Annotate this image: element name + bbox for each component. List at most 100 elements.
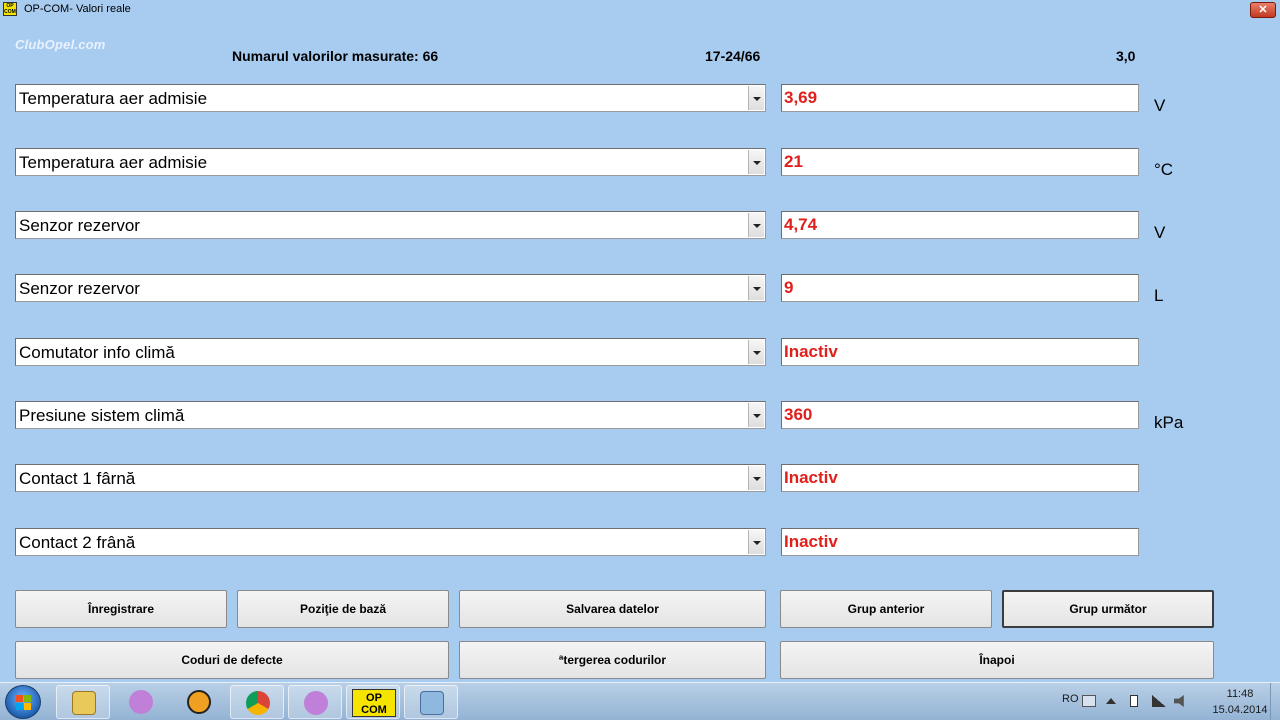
next-group-button[interactable]: Grup următor (1002, 590, 1214, 628)
windows-logo-icon (16, 695, 23, 702)
avast-icon (187, 690, 211, 714)
clock-date[interactable]: 15.04.2014 (1203, 704, 1277, 716)
value-text: 9 (784, 278, 794, 297)
dropdown-button[interactable] (748, 150, 764, 174)
measured-values-count: Numarul valorilor masurate: 66 (232, 48, 439, 64)
taskbar-messenger-2[interactable] (288, 685, 342, 719)
title-bar[interactable]: OP COM OP-COM- Valori reale ✕ (0, 0, 1280, 20)
keyboard-icon[interactable] (1082, 695, 1096, 707)
dropdown-button[interactable] (748, 86, 764, 110)
value-text: 3,69 (784, 88, 818, 107)
opcom-app-icon: OP COM (3, 2, 17, 16)
value-row: Contact 2 frână Inactiv (0, 528, 1280, 558)
save-data-button[interactable]: Salvarea datelor (459, 590, 766, 628)
taskbar-opcom[interactable]: OP COM (346, 685, 400, 719)
parameter-select[interactable]: Comutator info climă (15, 338, 766, 366)
value-text: Inactiv (784, 532, 838, 551)
dropdown-button[interactable] (748, 276, 764, 300)
value-field: 360 (781, 401, 1139, 429)
parameter-label: Senzor rezervor (19, 216, 140, 235)
windows-logo-icon (24, 695, 31, 702)
value-text: 21 (784, 152, 803, 171)
taskbar-avast[interactable] (172, 685, 226, 719)
explorer-icon (72, 691, 96, 715)
unit-label: °C (1154, 160, 1174, 179)
paint-icon (420, 691, 444, 715)
parameter-label: Comutator info climă (19, 343, 175, 362)
version-label: 3,0 (1116, 48, 1136, 64)
parameter-label: Contact 2 frână (19, 533, 136, 552)
value-field: 4,74 (781, 211, 1139, 239)
value-row: Temperatura aer admisie 21 °C (0, 148, 1280, 179)
value-row: Temperatura aer admisie 3,69 V (0, 84, 1280, 115)
value-text: 4,74 (784, 215, 818, 234)
window-title: OP-COM- Valori reale (24, 3, 131, 15)
parameter-select[interactable]: Senzor rezervor (15, 211, 766, 239)
signal-icon[interactable] (1152, 695, 1166, 707)
record-button[interactable]: Înregistrare (15, 590, 227, 628)
value-row: Comutator info climă Inactiv (0, 338, 1280, 368)
start-button[interactable] (5, 685, 41, 719)
chrome-icon (246, 691, 270, 715)
chevron-down-icon (753, 414, 761, 418)
taskbar: OP COM RO 11:48 15.04.2014 (0, 682, 1280, 720)
value-field: Inactiv (781, 464, 1139, 492)
windows-logo-icon (24, 703, 31, 710)
parameter-label: Temperatura aer admisie (19, 153, 208, 172)
previous-group-button[interactable]: Grup anterior (780, 590, 992, 628)
watermark: ClubOpel.com (15, 37, 106, 52)
parameter-select[interactable]: Contact 2 frână (15, 528, 766, 556)
parameter-label: Temperatura aer admisie (19, 89, 208, 108)
opcom-icon: OP COM (352, 689, 396, 717)
clear-codes-button[interactable]: ªtergerea codurilor (459, 641, 766, 679)
parameter-select[interactable]: Temperatura aer admisie (15, 148, 766, 176)
fault-codes-button[interactable]: Coduri de defecte (15, 641, 449, 679)
group-range: 17-24/66 (705, 48, 761, 64)
messenger-icon (129, 690, 153, 714)
value-field: Inactiv (781, 528, 1139, 556)
value-row: Senzor rezervor 4,74 V (0, 211, 1280, 242)
chevron-down-icon (753, 161, 761, 165)
parameter-select[interactable]: Temperatura aer admisie (15, 84, 766, 112)
system-tray: RO 11:48 15.04.2014 (1058, 683, 1280, 720)
parameter-label: Contact 1 fârnă (19, 469, 136, 488)
parameter-label: Presiune sistem climă (19, 406, 185, 425)
dropdown-button[interactable] (748, 403, 764, 427)
chevron-down-icon (753, 287, 761, 291)
unit-label: V (1154, 223, 1166, 242)
value-text: Inactiv (784, 468, 838, 487)
taskbar-explorer[interactable] (56, 685, 110, 719)
taskbar-messenger[interactable] (114, 685, 168, 719)
chevron-down-icon (753, 97, 761, 101)
chevron-down-icon (753, 351, 761, 355)
parameter-select[interactable]: Senzor rezervor (15, 274, 766, 302)
back-button[interactable]: Înapoi (780, 641, 1214, 679)
parameter-select[interactable]: Presiune sistem climă (15, 401, 766, 429)
volume-icon[interactable] (1174, 695, 1184, 707)
value-text: Inactiv (784, 342, 838, 361)
clock-time[interactable]: 11:48 (1218, 688, 1262, 700)
taskbar-chrome[interactable] (230, 685, 284, 719)
parameter-select[interactable]: Contact 1 fârnă (15, 464, 766, 492)
taskbar-paint[interactable] (404, 685, 458, 719)
value-field: Inactiv (781, 338, 1139, 366)
chevron-down-icon (753, 477, 761, 481)
dropdown-button[interactable] (748, 213, 764, 237)
chevron-down-icon (753, 541, 761, 545)
value-field: 21 (781, 148, 1139, 176)
dropdown-button[interactable] (748, 340, 764, 364)
unit-label: kPa (1154, 413, 1184, 432)
close-button[interactable]: ✕ (1250, 2, 1276, 18)
value-text: 360 (784, 405, 813, 424)
battery-icon[interactable] (1130, 695, 1138, 707)
windows-logo-icon (16, 703, 23, 710)
show-hidden-icons-icon[interactable] (1106, 698, 1116, 704)
show-desktop-button[interactable] (1270, 683, 1280, 720)
base-position-button[interactable]: Poziţie de bază (237, 590, 449, 628)
chevron-down-icon (753, 224, 761, 228)
value-field: 3,69 (781, 84, 1139, 112)
language-indicator[interactable]: RO (1062, 693, 1079, 705)
dropdown-button[interactable] (748, 466, 764, 490)
dropdown-button[interactable] (748, 530, 764, 554)
unit-label: L (1154, 286, 1164, 305)
